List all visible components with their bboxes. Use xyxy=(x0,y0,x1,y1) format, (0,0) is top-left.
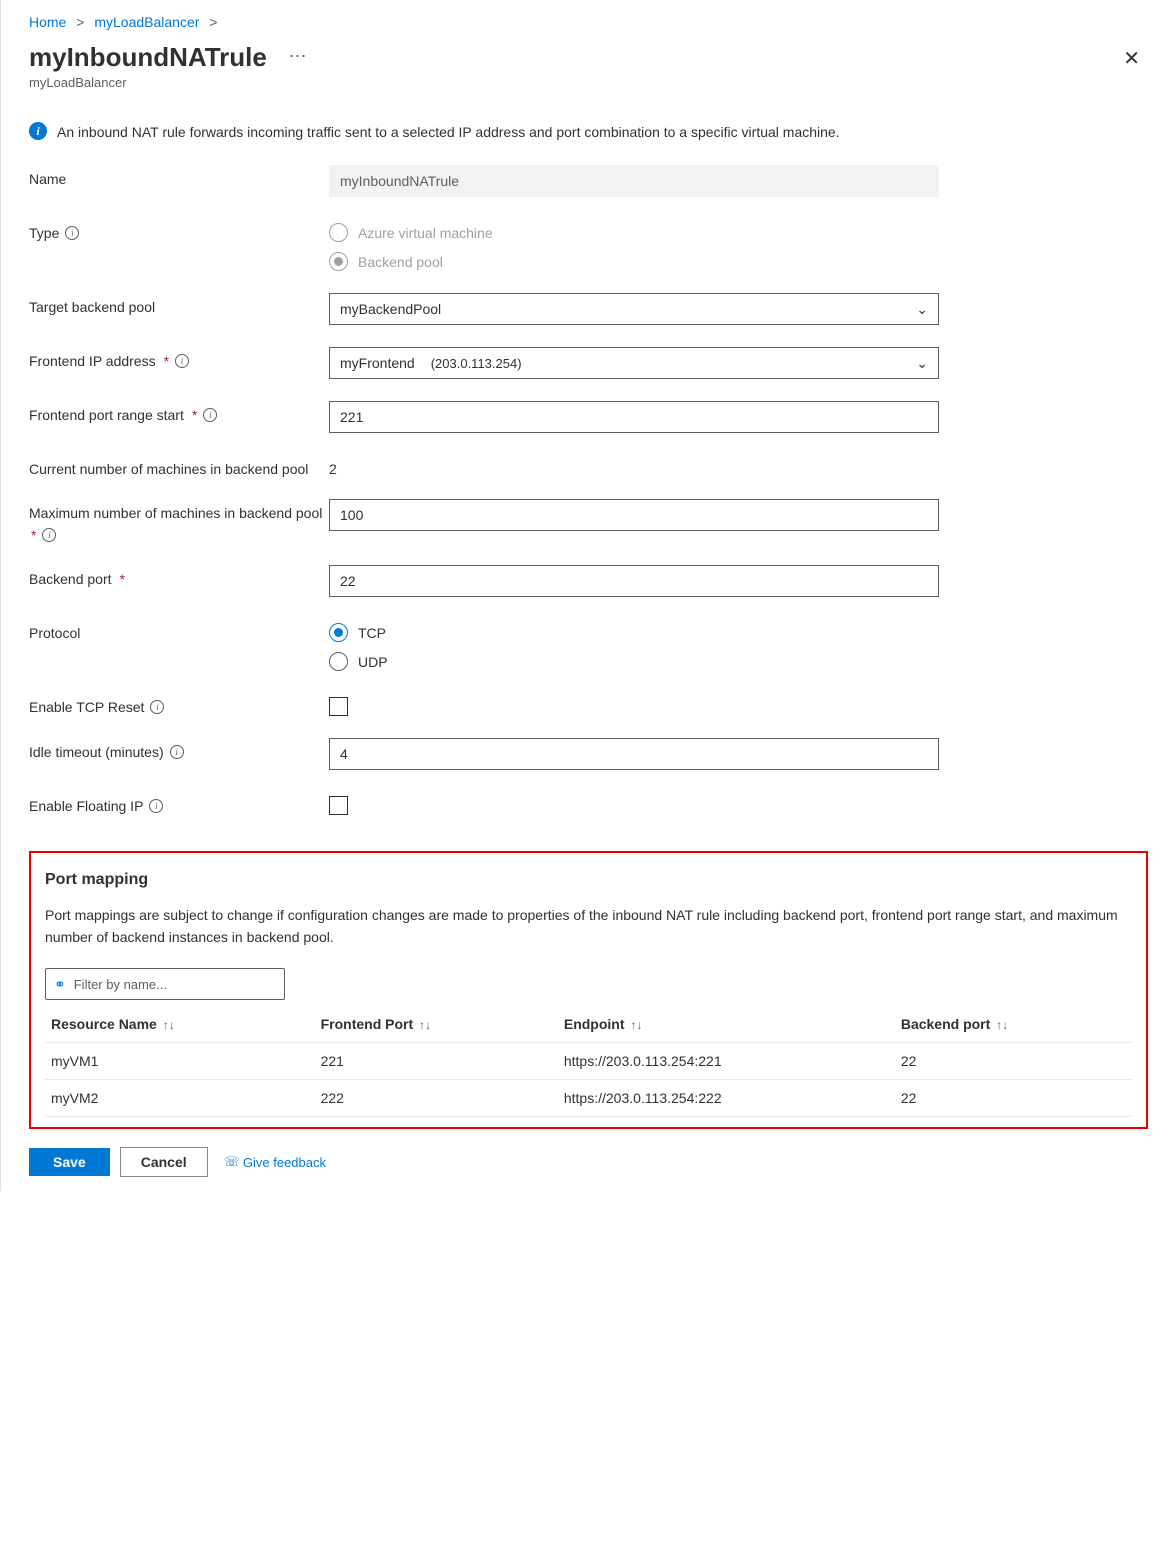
frontend-port-start-input[interactable] xyxy=(329,401,939,433)
type-radio-vm: Azure virtual machine xyxy=(329,223,939,242)
help-icon[interactable]: i xyxy=(65,226,79,240)
label-type: Type i xyxy=(29,219,329,241)
chevron-right-icon: > xyxy=(76,14,84,30)
breadcrumb: Home > myLoadBalancer > xyxy=(29,14,1148,30)
enable-floating-ip-checkbox[interactable] xyxy=(329,796,348,815)
save-button[interactable]: Save xyxy=(29,1148,110,1176)
sort-icon: ↑↓ xyxy=(163,1018,175,1032)
port-mapping-desc: Port mappings are subject to change if c… xyxy=(45,905,1132,948)
col-endpoint[interactable]: Endpoint↑↓ xyxy=(558,1006,895,1043)
close-icon[interactable]: ✕ xyxy=(1115,42,1148,75)
protocol-radio-udp[interactable]: UDP xyxy=(329,652,939,671)
chevron-down-icon: ⌄ xyxy=(916,355,928,372)
help-icon[interactable]: i xyxy=(150,700,164,714)
label-max-machines: Maximum number of machines in backend po… xyxy=(29,499,329,543)
cell-resource: myVM1 xyxy=(45,1043,315,1080)
filter-input[interactable] xyxy=(74,977,276,992)
info-text: An inbound NAT rule forwards incoming tr… xyxy=(57,122,840,143)
enable-tcp-reset-checkbox[interactable] xyxy=(329,697,348,716)
cell-frontend_port: 221 xyxy=(315,1043,558,1080)
port-mapping-table: Resource Name↑↓ Frontend Port↑↓ Endpoint… xyxy=(45,1006,1132,1117)
help-icon[interactable]: i xyxy=(170,745,184,759)
frontend-ip-select[interactable]: myFrontend (203.0.113.254) ⌄ xyxy=(329,347,939,379)
label-protocol: Protocol xyxy=(29,619,329,641)
search-icon: ⚭ xyxy=(54,976,66,993)
help-icon[interactable]: i xyxy=(149,799,163,813)
label-frontend-ip: Frontend IP address* i xyxy=(29,347,329,369)
filter-input-wrap[interactable]: ⚭ xyxy=(45,968,285,1000)
page-title: myInboundNATrule xyxy=(29,42,267,73)
protocol-radio-tcp[interactable]: TCP xyxy=(329,623,939,642)
cell-endpoint: https://203.0.113.254:221 xyxy=(558,1043,895,1080)
feedback-icon: ☏ xyxy=(224,1154,240,1170)
cell-endpoint: https://203.0.113.254:222 xyxy=(558,1080,895,1117)
port-mapping-title: Port mapping xyxy=(45,871,1132,889)
cell-resource: myVM2 xyxy=(45,1080,315,1117)
help-icon[interactable]: i xyxy=(42,528,56,542)
page-subtitle: myLoadBalancer xyxy=(29,75,308,90)
chevron-down-icon: ⌄ xyxy=(916,301,928,318)
sort-icon: ↑↓ xyxy=(996,1018,1008,1032)
chevron-right-icon: > xyxy=(209,14,217,30)
cancel-button[interactable]: Cancel xyxy=(120,1147,208,1177)
cell-frontend_port: 222 xyxy=(315,1080,558,1117)
max-machines-input[interactable] xyxy=(329,499,939,531)
more-icon[interactable]: ⋯ xyxy=(288,46,308,67)
label-enable-tcp-reset: Enable TCP Reset i xyxy=(29,693,329,715)
cell-backend_port: 22 xyxy=(895,1080,1132,1117)
type-radio-pool: Backend pool xyxy=(329,252,939,271)
table-row: myVM2222https://203.0.113.254:22222 xyxy=(45,1080,1132,1117)
label-idle-timeout: Idle timeout (minutes) i xyxy=(29,738,329,760)
name-input xyxy=(329,165,939,197)
help-icon[interactable]: i xyxy=(203,408,217,422)
table-row: myVM1221https://203.0.113.254:22122 xyxy=(45,1043,1132,1080)
sort-icon: ↑↓ xyxy=(631,1018,643,1032)
breadcrumb-loadbalancer[interactable]: myLoadBalancer xyxy=(94,14,199,30)
label-frontend-port-start: Frontend port range start* i xyxy=(29,401,329,423)
col-backend-port[interactable]: Backend port↑↓ xyxy=(895,1006,1132,1043)
label-name: Name xyxy=(29,165,329,187)
cell-backend_port: 22 xyxy=(895,1043,1132,1080)
label-backend-port: Backend port* xyxy=(29,565,329,587)
idle-timeout-input[interactable] xyxy=(329,738,939,770)
help-icon[interactable]: i xyxy=(175,354,189,368)
backend-port-input[interactable] xyxy=(329,565,939,597)
sort-icon: ↑↓ xyxy=(419,1018,431,1032)
port-mapping-section: Port mapping Port mappings are subject t… xyxy=(29,851,1148,1129)
label-current-machines: Current number of machines in backend po… xyxy=(29,455,329,477)
target-backend-pool-select[interactable]: myBackendPool ⌄ xyxy=(329,293,939,325)
col-resource-name[interactable]: Resource Name↑↓ xyxy=(45,1006,315,1043)
label-enable-floating-ip: Enable Floating IP i xyxy=(29,792,329,814)
current-machines-value: 2 xyxy=(329,455,939,477)
give-feedback-link[interactable]: ☏ Give feedback xyxy=(224,1154,326,1170)
col-frontend-port[interactable]: Frontend Port↑↓ xyxy=(315,1006,558,1043)
info-icon: i xyxy=(29,122,47,140)
label-target-backend-pool: Target backend pool xyxy=(29,293,329,315)
breadcrumb-home[interactable]: Home xyxy=(29,14,66,30)
